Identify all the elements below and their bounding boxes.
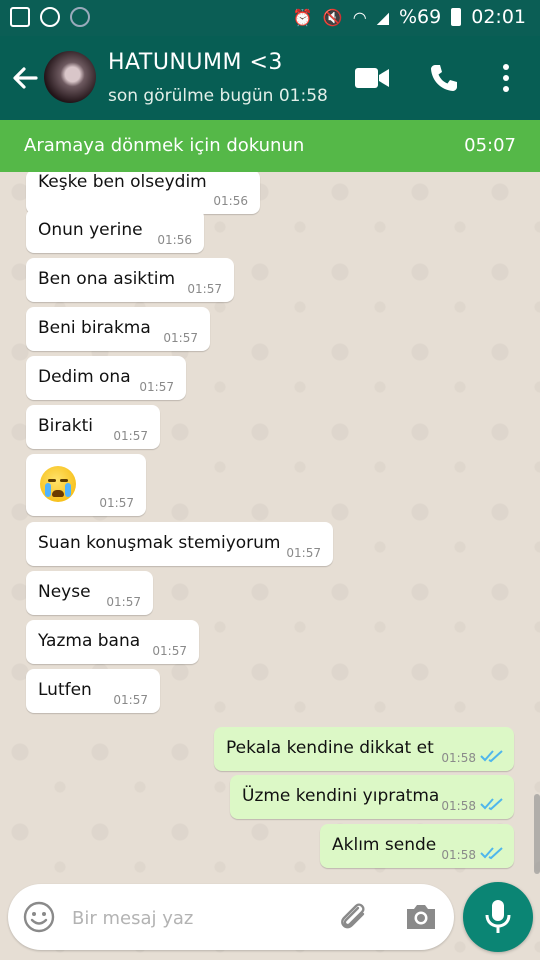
contact-avatar[interactable] [44, 51, 96, 103]
image-icon [10, 7, 30, 27]
message-text: Birakti [38, 416, 94, 436]
message-bubble[interactable]: Ben ona asiktim 01:57 [26, 258, 234, 302]
message-text: Üzme kendini yıpratma [242, 786, 440, 806]
return-to-call-banner[interactable]: Aramaya dönmek için dokunun 05:07 [0, 120, 540, 172]
read-ticks-icon [480, 798, 503, 811]
battery-level: %69 [399, 6, 442, 28]
message-text: Yazma bana [38, 631, 141, 651]
message-text: Beni birakma [38, 318, 151, 338]
read-ticks-icon [480, 750, 503, 763]
mute-icon: 🔇 [322, 7, 343, 27]
whatsapp-icon [40, 7, 60, 27]
loudly-crying-face-icon [40, 466, 76, 502]
message-time: 01:57 [286, 546, 321, 560]
back-arrow-icon[interactable] [8, 58, 42, 98]
read-ticks-icon [480, 847, 503, 860]
message-time: 01:57 [152, 644, 187, 658]
chat-header: HATUNUMM <3 son görülme bugün 01:58 [0, 36, 540, 120]
clock: 02:01 [471, 6, 526, 28]
sync-icon [70, 7, 90, 27]
message-bubble[interactable]: Lutfen 01:57 [26, 669, 160, 713]
message-bubble[interactable]: Onun yerine 01:56 [26, 209, 204, 253]
attach-icon[interactable] [336, 900, 370, 934]
contact-name[interactable]: HATUNUMM <3 [108, 50, 283, 75]
message-composer [8, 884, 454, 950]
message-text: Lutfen [38, 680, 92, 700]
phone-icon[interactable] [428, 62, 460, 94]
mic-button[interactable] [463, 882, 533, 952]
message-time: 01:57 [163, 331, 198, 345]
call-duration: 05:07 [464, 135, 516, 156]
message-bubble[interactable]: Keşke ben olseydim 01:56 [26, 172, 260, 214]
message-bubble-outgoing[interactable]: Pekala kendine dikkat et 01:58 [214, 727, 514, 771]
message-time: 01:58 [441, 799, 476, 813]
more-vert-icon[interactable] [500, 62, 512, 94]
message-time: 01:57 [187, 282, 222, 296]
message-text: Onun yerine [38, 220, 143, 240]
message-text: Keşke ben olseydim [38, 172, 207, 192]
message-bubble[interactable]: Suan konuşmak stemiyorum 01:57 [26, 522, 333, 566]
message-text: Ben ona asiktim [38, 269, 176, 289]
signal-icon: ◢ [376, 7, 389, 27]
message-text: Suan konuşmak stemiyorum [38, 533, 281, 553]
alarm-icon: ⏰ [292, 7, 313, 27]
message-bubble[interactable]: Yazma bana 01:57 [26, 620, 199, 664]
message-time: 01:57 [113, 429, 148, 443]
return-to-call-text: Aramaya dönmek için dokunun [24, 135, 305, 156]
mic-icon [485, 900, 511, 933]
last-seen-status: son görülme bugün 01:58 [108, 86, 328, 106]
wifi-icon: ◠ [352, 7, 367, 27]
message-time: 01:56 [213, 194, 248, 208]
message-bubble[interactable]: Birakti 01:57 [26, 405, 160, 449]
message-text: Pekala kendine dikkat et [226, 738, 434, 758]
emoji-icon[interactable] [22, 900, 56, 934]
message-time: 01:57 [99, 496, 134, 510]
message-input[interactable] [70, 902, 324, 934]
message-text: Neyse [38, 582, 91, 602]
message-text: Dedim ona [38, 367, 131, 387]
battery-icon [451, 8, 462, 26]
message-time: 01:58 [441, 751, 476, 765]
scrollbar-thumb[interactable] [534, 794, 540, 874]
message-text: Aklım sende [332, 835, 437, 855]
message-time: 01:57 [113, 693, 148, 707]
video-call-icon[interactable] [354, 66, 390, 90]
message-bubble[interactable]: 01:57 [26, 454, 146, 516]
message-bubble[interactable]: Neyse 01:57 [26, 571, 153, 615]
message-bubble-outgoing[interactable]: Aklım sende 01:58 [320, 824, 514, 868]
message-bubble[interactable]: Dedim ona 01:57 [26, 356, 186, 400]
camera-icon[interactable] [404, 901, 438, 933]
message-time: 01:58 [441, 848, 476, 862]
message-time: 01:57 [139, 380, 174, 394]
message-bubble[interactable]: Beni birakma 01:57 [26, 307, 210, 351]
status-bar: ⏰ 🔇 ◠ ◢ %69 02:01 [0, 0, 540, 36]
message-time: 01:57 [106, 595, 141, 609]
message-time: 01:56 [157, 233, 192, 247]
message-bubble-outgoing[interactable]: Üzme kendini yıpratma 01:58 [230, 775, 514, 819]
chat-area[interactable]: Keşke ben olseydim 01:56 Onun yerine 01:… [0, 172, 540, 960]
